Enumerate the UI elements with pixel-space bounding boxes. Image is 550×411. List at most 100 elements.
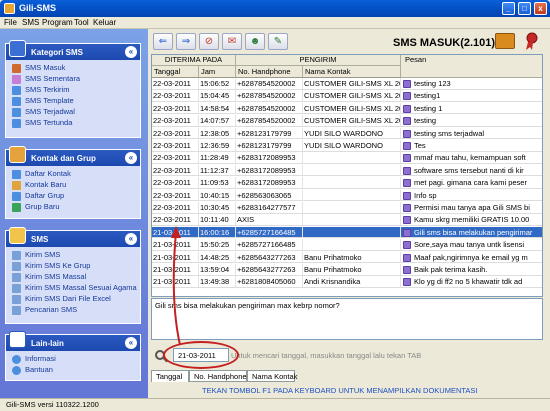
menu-tool[interactable]: Tool [74,18,89,27]
cell-phone: +6285643277263 [236,251,303,263]
cell-message: Info sp [413,190,542,201]
cell-name: Banu Prihatmoko [303,264,401,275]
cell-message: testing 123 [413,78,542,89]
tab-no-handphone[interactable]: No. Handphone [189,370,247,382]
message-icon [403,179,411,188]
contacts-icon [9,146,26,163]
cell-message: Kamu skrg memiliki GRATIS 10.00 [413,214,542,225]
column-jam[interactable]: Jam [199,66,236,78]
table-row[interactable]: 21-03-2011 13:49:38 +6281808405060 Andi Kri… [152,276,542,288]
tab-nama-kontak[interactable]: Nama Kontak [247,370,297,382]
cell-message: Klo yg di ff2 no 5 khawatir tdk ad [413,276,542,287]
table-row[interactable]: 21-03-2011 14:48:25 +6285643277263 Banu Pri… [152,251,542,264]
table-row[interactable]: 22-03-2011 14:58:54 +6287854520002 CUSTOMER… [152,102,542,115]
bulk-send-icon [12,273,21,282]
sidebar-item-sms-terjadwal[interactable]: SMS Terjadwal [11,107,140,118]
table-row[interactable]: 21-03-2011 16:00:16 +6285727166485 Gili sms… [152,226,542,239]
cell-time: 15:50:25 [199,239,236,251]
sidebar-item-pencarian-sms[interactable]: Pencarian SMS [11,305,140,316]
cell-phone: +6287854520002 [236,115,303,127]
cell-time: 12:36:59 [199,140,236,151]
table-row[interactable]: 21-03-2011 15:50:25 +6285727166485 Sore,say… [152,239,542,251]
panel-header[interactable]: Kategori SMS « [6,40,140,60]
sidebar-item-kirim-sms[interactable]: Kirim SMS [11,250,140,261]
cell-phone: AXIS [236,214,303,226]
collapse-icon[interactable]: « [125,233,137,245]
cell-date: 22-03-2011 [152,90,199,102]
sidebar-item-sms-terkirim[interactable]: SMS Terkirim [11,85,140,96]
panel-header[interactable]: Lain-lain « [6,331,140,351]
table-row[interactable]: 22-03-2011 15:04:45 +6287854520002 CUSTOMER… [152,90,542,102]
app-icon [4,3,15,14]
forward-arrow-icon[interactable]: ⇒ [176,33,196,50]
cell-message: mmaf mau tahu, kemampuan soft [413,152,542,163]
delete-icon[interactable]: ⊘ [199,33,219,50]
message-icon [403,129,411,138]
table-row[interactable]: 22-03-2011 12:38:05 +628123179799 YUDI SILO… [152,127,542,140]
table-row[interactable]: 22-03-2011 11:28:49 +6283172089953 mmaf mau… [152,152,542,164]
column-tanggal[interactable]: Tanggal [152,66,199,78]
cell-message: testing [413,115,542,126]
maximize-button[interactable]: □ [518,2,531,15]
table-row[interactable]: 22-03-2011 11:09:53 +6283172089953 met pagi… [152,177,542,189]
table-row[interactable]: 22-03-2011 10:30:45 +6283164277577 Permisi … [152,202,542,214]
table-row[interactable]: 22-03-2011 10:11:40 AXIS Kamu skrg memiliki… [152,214,542,226]
table-row[interactable]: 22-03-2011 14:07:57 +6287854520002 CUSTOMER… [152,115,542,127]
tab-tanggal[interactable]: Tanggal [151,370,189,382]
collapse-icon[interactable]: « [125,46,137,58]
table-row[interactable]: 22-03-2011 11:12:37 +6283172089953 software… [152,164,542,177]
cell-message: Tes [413,140,542,151]
folder-icon [9,40,26,57]
sidebar-item-kontak-baru[interactable]: Kontak Baru [11,180,140,191]
sidebar-item-sms-tertunda[interactable]: SMS Tertunda [11,118,140,129]
collapse-icon[interactable]: « [125,152,137,164]
back-arrow-icon[interactable]: ⇐ [153,33,173,50]
sidebar-item-daftar-grup[interactable]: Daftar Grup [11,191,140,202]
panel-header[interactable]: Kontak dan Grup « [6,146,140,166]
cell-name: CUSTOMER GILI-SMS XL 200 [304,78,401,89]
sidebar-item-grup-baru[interactable]: Grup Baru [11,202,140,213]
menu-sms[interactable]: SMS [22,18,39,27]
sidebar-item-bantuan[interactable]: Bantuan [11,365,140,376]
edit-icon[interactable]: ✎ [268,33,288,50]
panel-header[interactable]: SMS « [6,227,140,247]
column-no-handphone[interactable]: No. Handphone [236,66,303,78]
menu-program[interactable]: Program [42,18,73,27]
new-contact-icon [12,181,21,190]
collapse-icon[interactable]: « [125,337,137,349]
column-nama-kontak[interactable]: Nama Kontak [303,66,401,78]
table-row[interactable]: 22-03-2011 12:36:59 +628123179799 YUDI SILO… [152,140,542,152]
table-row[interactable]: 22-03-2011 10:40:15 +628563063065 Info sp [152,189,542,202]
cell-name [303,202,401,213]
sidebar-item-kirim-sms-excel[interactable]: Kirim SMS Dari File Excel [11,294,140,305]
cell-message: testing 1 [413,103,542,114]
template-icon [12,97,21,106]
sidebar-item-daftar-kontak[interactable]: Daftar Kontak [11,169,140,180]
minimize-button[interactable]: _ [502,2,515,15]
cell-message: testing sms terjadwal [413,128,542,139]
sidebar-item-informasi[interactable]: Informasi [11,354,140,365]
cell-name [303,239,401,251]
menu-keluar[interactable]: Keluar [93,18,116,27]
mail-icon[interactable]: ✉ [222,33,242,50]
sidebar-item-kirim-sms-massal[interactable]: Kirim SMS Massal [11,272,140,283]
table-row[interactable]: 22-03-2011 15:06:52 +6287854520002 CUSTOMER… [152,78,542,90]
sidebar-item-sms-masuk[interactable]: SMS Masuk [11,63,140,74]
cell-date: 21-03-2011 [152,264,199,275]
message-icon [403,92,411,101]
cell-phone: +6283164277577 [236,202,303,213]
menu-file[interactable]: File [4,18,17,27]
cell-phone: +6283172089953 [236,164,303,176]
message-icon [403,241,411,250]
sidebar-item-sms-sementara[interactable]: SMS Sementara [11,74,140,85]
sidebar-item-kirim-sms-agama[interactable]: Kirim SMS Massal Sesuai Agama [11,283,140,294]
sidebar-item-sms-template[interactable]: SMS Template [11,96,140,107]
panel-lain-lain: Lain-lain « Informasi Bantuan [5,331,141,381]
sidebar-item-kirim-sms-ke-grup[interactable]: Kirim SMS Ke Grup [11,261,140,272]
cell-phone: +6283172089953 [236,177,303,189]
table-row[interactable]: 21-03-2011 13:59:04 +6285643277263 Banu Pri… [152,264,542,276]
message-icon [403,104,411,113]
help-icon [12,366,21,375]
close-button[interactable]: x [534,2,547,15]
contact-icon[interactable]: ☻ [245,33,265,50]
